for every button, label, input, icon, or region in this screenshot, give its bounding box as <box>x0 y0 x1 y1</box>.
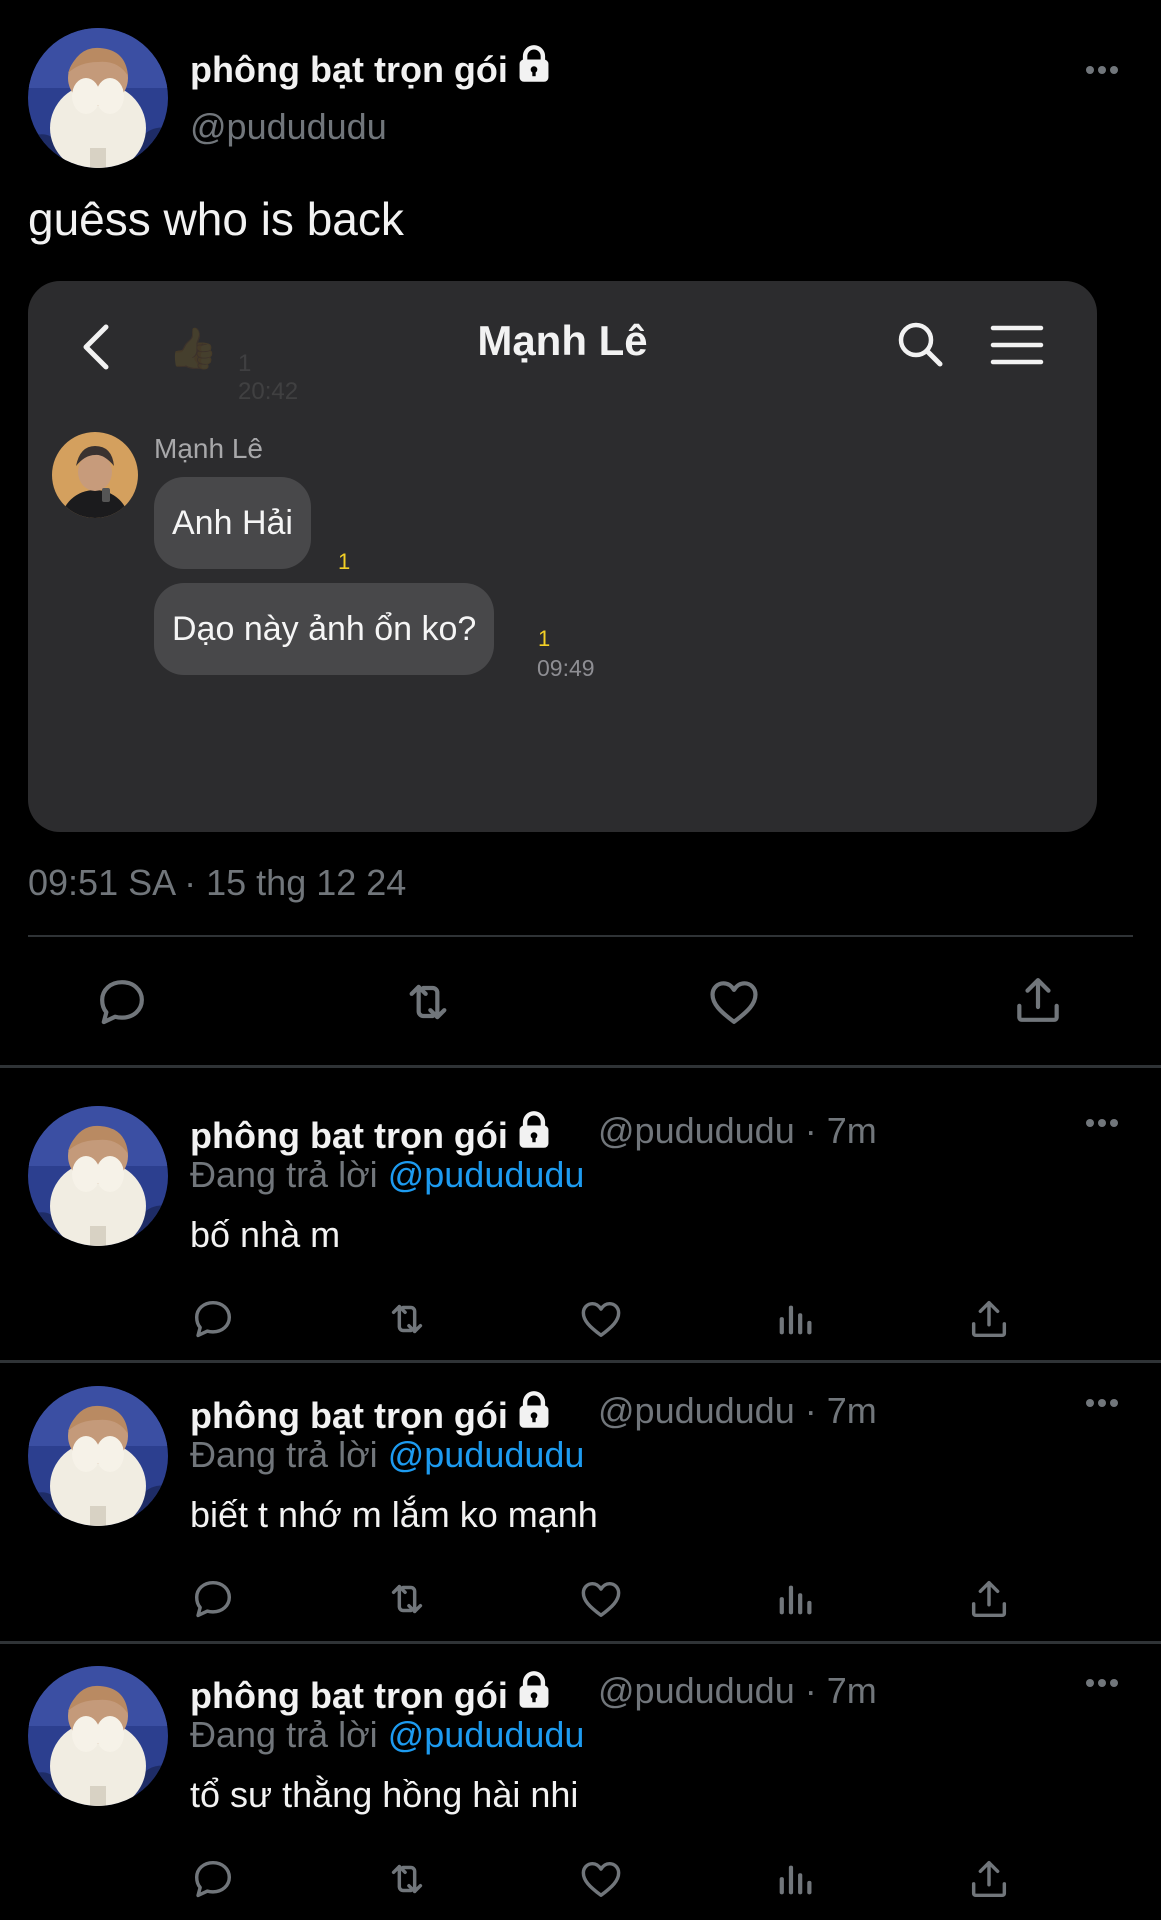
avatar[interactable] <box>28 1106 168 1246</box>
handle[interactable]: @pudududu <box>190 106 387 148</box>
reply-tweet[interactable]: phông bạt trọn gói @pudududu · 7m Đang t… <box>0 1666 1161 1920</box>
avatar[interactable] <box>28 1666 168 1806</box>
reply-author[interactable]: phông bạt trọn gói <box>190 1110 554 1159</box>
faded-time: 20:42 <box>238 378 299 405</box>
message-bubble: Dạo này ảnh ổn ko? <box>154 583 495 675</box>
share-icon[interactable] <box>966 1576 1012 1622</box>
views-icon[interactable] <box>772 1576 818 1622</box>
retweet-icon[interactable] <box>382 1296 432 1342</box>
views-icon[interactable] <box>772 1856 818 1902</box>
views-icon[interactable] <box>772 1296 818 1342</box>
replying-label: Đang trả lời <box>190 1714 378 1755</box>
share-icon[interactable] <box>966 1856 1012 1902</box>
divider <box>0 1360 1161 1363</box>
replying-to: Đang trả lời @pudududu <box>190 1714 584 1756</box>
mention-link[interactable]: @pudududu <box>388 1154 585 1195</box>
display-name: phông bạt trọn gói <box>190 49 508 90</box>
avatar[interactable] <box>28 1386 168 1526</box>
reply-icon[interactable] <box>94 974 150 1030</box>
reply-icon[interactable] <box>190 1296 236 1342</box>
main-tweet-author[interactable]: phông bạt trọn gói <box>190 44 554 93</box>
mention-link[interactable]: @pudududu <box>388 1434 585 1475</box>
reply-tweet[interactable]: phông bạt trọn gói @pudududu · 7m Đang t… <box>0 1386 1161 1666</box>
heart-icon[interactable] <box>578 1296 624 1342</box>
tweet-media[interactable]: 👍 1 20:42 Mạnh Lê Mạnh Lê Anh Hải 1 Dạo … <box>28 281 1097 832</box>
lock-icon <box>514 1670 554 1719</box>
display-name: phông bạt trọn gói <box>190 1395 508 1436</box>
handle-and-time[interactable]: @pudududu · 7m <box>598 1670 877 1712</box>
retweet-icon[interactable] <box>398 974 458 1030</box>
menu-icon[interactable] <box>990 323 1044 372</box>
reply-icon[interactable] <box>190 1576 236 1622</box>
replying-label: Đang trả lời <box>190 1154 378 1195</box>
more-icon[interactable] <box>1084 1676 1120 1694</box>
avatar[interactable] <box>28 28 168 168</box>
reply-author[interactable]: phông bạt trọn gói <box>190 1390 554 1439</box>
lock-icon <box>514 1110 554 1159</box>
reply-text: tổ sư thằng hồng hài nhi <box>190 1774 579 1815</box>
more-icon[interactable] <box>1084 1396 1120 1414</box>
handle-and-time[interactable]: @pudududu · 7m <box>598 1110 877 1152</box>
tweet-timestamp[interactable]: 09:51 SA · 15 thg 12 24 <box>28 862 406 904</box>
retweet-icon[interactable] <box>382 1576 432 1622</box>
retweet-icon[interactable] <box>382 1856 432 1902</box>
share-icon[interactable] <box>966 1296 1012 1342</box>
divider <box>0 1065 1161 1068</box>
divider <box>28 935 1133 937</box>
reply-text: bố nhà m <box>190 1214 341 1255</box>
message-time: 09:49 <box>537 655 595 681</box>
replying-label: Đang trả lời <box>190 1434 378 1475</box>
display-name: phông bạt trọn gói <box>190 1675 508 1716</box>
reply-author[interactable]: phông bạt trọn gói <box>190 1670 554 1719</box>
reply-icon[interactable] <box>190 1856 236 1902</box>
replying-to: Đang trả lời @pudududu <box>190 1434 584 1476</box>
chat-avatar <box>52 432 138 518</box>
divider <box>0 1641 1161 1644</box>
lock-icon <box>514 44 554 93</box>
display-name: phông bạt trọn gói <box>190 1115 508 1156</box>
reply-tweet[interactable]: phông bạt trọn gói @pudududu · 7m Đang t… <box>0 1106 1161 1386</box>
handle-and-time[interactable]: @pudududu · 7m <box>598 1390 877 1432</box>
lock-icon <box>514 1390 554 1439</box>
more-icon[interactable] <box>1084 1116 1120 1134</box>
reply-text: biết t nhớ m lắm ko mạnh <box>190 1494 598 1535</box>
share-icon[interactable] <box>1010 972 1066 1028</box>
mention-link[interactable]: @pudududu <box>388 1714 585 1755</box>
message-bubble: Anh Hải <box>154 477 311 569</box>
heart-icon[interactable] <box>578 1856 624 1902</box>
heart-icon[interactable] <box>578 1576 624 1622</box>
sender-name: Mạnh Lê <box>154 433 263 464</box>
unread-count: 1 <box>538 626 551 651</box>
more-icon[interactable] <box>1084 64 1120 76</box>
tweet-text: guêss who is back <box>28 193 404 245</box>
replying-to: Đang trả lời @pudududu <box>190 1154 584 1196</box>
heart-icon[interactable] <box>706 974 762 1030</box>
search-icon[interactable] <box>894 319 946 376</box>
unread-count: 1 <box>338 549 351 574</box>
